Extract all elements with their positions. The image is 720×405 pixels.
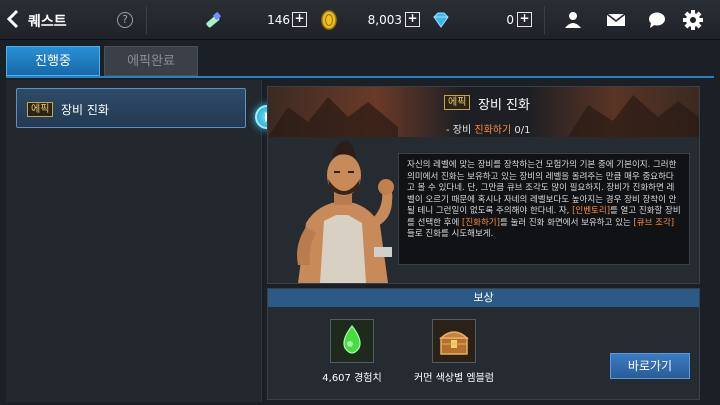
top-bar: 퀘스트 ? 146 + 8,003 + 0 + (0, 0, 720, 40)
dialog-text: 들로 진화를 시도해보게. (407, 229, 494, 239)
objective-progress: 0/1 (511, 125, 531, 136)
add-gem-button[interactable]: + (517, 12, 532, 27)
gem-icon (430, 9, 452, 31)
tab-underline (6, 76, 714, 78)
quest-banner: 에픽 장비 진화 - 장비 진화하기 0/1 (268, 87, 699, 137)
friends-icon[interactable] (562, 9, 584, 31)
quest-title: 장비 진화 (478, 98, 530, 113)
quest-list-item[interactable]: 에픽 장비 진화 (16, 88, 279, 129)
chat-icon[interactable] (646, 9, 668, 31)
npc-dialog-box: 자신의 레벨에 맞는 장비를 장착하는건 모험가의 기본 중에 기본이지. 그러… (398, 153, 690, 265)
help-icon[interactable]: ? (117, 12, 133, 28)
potion-count: 146 (267, 13, 290, 27)
dialog-highlight-cube: [큐브 조각] (633, 217, 675, 228)
treasure-chest-icon[interactable] (432, 319, 476, 363)
reward-label-emblem: 커먼 색상별 엠블럼 (414, 373, 494, 384)
mail-icon[interactable] (605, 9, 627, 31)
npc-character-portrait (288, 135, 403, 283)
page-title: 퀘스트 (28, 14, 67, 30)
quest-list: 에픽 장비 진화 (6, 80, 279, 402)
dialog-highlight-inventory: [인벤토리] (572, 206, 611, 216)
quest-objective: - 장비 진화하기 0/1 (446, 121, 530, 136)
gem-count: 0 (506, 13, 514, 27)
add-gold-button[interactable]: + (405, 12, 420, 27)
objective-prefix: - 장비 (446, 125, 475, 136)
add-potion-button[interactable]: + (292, 12, 307, 27)
quest-detail-panel: 에픽 장비 진화 - 장비 진화하기 0/1 자신의 레벨에 맞는 장비를 장착… (267, 86, 700, 284)
dialog-text: 를 눌러 진화 화면에서 보유하고 있는 (499, 217, 634, 228)
gold-coin-icon (318, 9, 340, 31)
gold-count: 8,003 (367, 13, 402, 27)
tab-in-progress[interactable]: 진행중 (6, 46, 100, 76)
objective-action: 진화하기 (474, 125, 512, 136)
divider (544, 6, 545, 34)
go-now-button[interactable]: 바로가기 (610, 353, 690, 379)
quest-name: 장비 진화 (61, 103, 109, 117)
epic-badge: 에픽 (444, 95, 471, 110)
epic-badge: 에픽 (27, 102, 54, 117)
tab-epic-complete[interactable]: 에픽완료 (104, 46, 198, 76)
divider (146, 6, 147, 34)
reward-panel: 보상 4,607 경험치 커먼 색상별 엠블럼 바로가기 (267, 288, 700, 400)
gear-icon[interactable] (682, 9, 704, 31)
potion-icon (202, 9, 224, 31)
reward-label-exp: 4,607 경험치 (322, 373, 382, 384)
back-arrow-icon[interactable] (6, 9, 24, 31)
green-potion-icon[interactable] (330, 319, 374, 363)
dialog-highlight-evolve: [진화하기] (462, 217, 500, 228)
reward-header: 보상 (268, 289, 699, 307)
